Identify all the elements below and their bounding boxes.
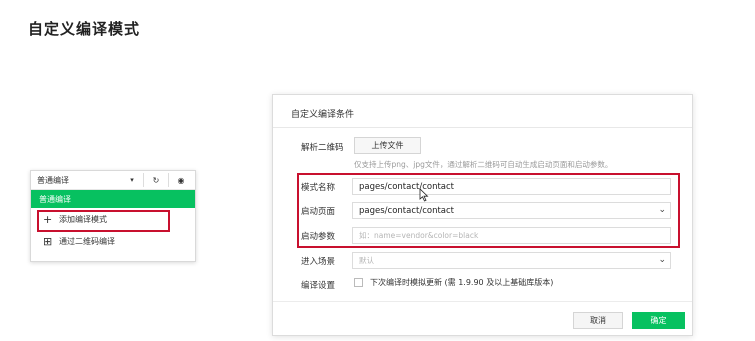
upload-file-button[interactable]: 上传文件 — [354, 137, 421, 154]
preview-eye-icon[interactable]: ◉ — [173, 176, 189, 185]
mouse-cursor-icon — [419, 188, 429, 202]
qr-scan-icon: ⊞ — [43, 234, 53, 248]
dialog-title: 自定义编译条件 — [291, 110, 355, 120]
simulate-update-label: 下次编译时模拟更新 (需 1.9.90 及以上基础库版本) — [370, 278, 554, 287]
dropdown-item-qr-compile[interactable]: ⊞ 通过二维码编译 — [31, 230, 195, 252]
refresh-icon[interactable]: ↻ — [148, 176, 164, 185]
scene-select[interactable]: 默认 ⌄ — [352, 252, 671, 269]
chevron-down-icon[interactable]: ▾ — [125, 176, 139, 184]
custom-compile-dialog: 自定义编译条件 解析二维码 上传文件 仅支持上传png、jpg文件，通过解析二维… — [272, 94, 693, 336]
compile-mode-selector[interactable]: 普通编译 ▾ ↻ ◉ — [31, 171, 195, 190]
toolbar-divider — [168, 173, 169, 187]
scene-placeholder: 默认 — [359, 256, 374, 265]
confirm-button[interactable]: 确定 — [632, 312, 685, 329]
dropdown-item-label: 通过二维码编译 — [59, 236, 115, 246]
page-title: 自定义编译模式 — [28, 20, 141, 38]
qr-label: 解析二维码 — [301, 143, 344, 153]
dropdown-item-normal-compile[interactable]: 普通编译 — [31, 190, 195, 208]
divider — [273, 301, 692, 302]
qr-hint: 仅支持上传png、jpg文件，通过解析二维码可自动生成启动页面和启动参数。 — [354, 160, 613, 169]
divider — [273, 127, 692, 128]
toolbar-divider — [143, 173, 144, 187]
chevron-down-icon: ⌄ — [658, 255, 666, 265]
compile-mode-label: 普通编译 — [37, 175, 69, 185]
simulate-update-checkbox[interactable] — [354, 278, 363, 287]
cancel-button[interactable]: 取消 — [573, 312, 623, 329]
scene-label: 进入场景 — [301, 257, 336, 267]
highlight-box — [297, 173, 680, 248]
highlight-box — [37, 210, 170, 232]
compile-settings-label: 编译设置 — [301, 281, 336, 291]
